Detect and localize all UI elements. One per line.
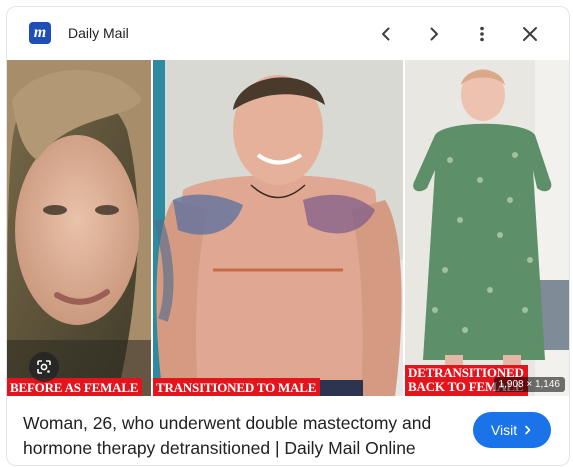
next-button[interactable] [419,19,449,49]
portrait-photo-1 [7,60,151,396]
image-panel-transitioned: TRANSITIONED TO MALE [153,60,403,396]
visit-label: Visit [490,422,518,438]
chevron-right-icon [430,27,438,41]
source-logo[interactable]: m [29,22,51,44]
close-button[interactable] [515,19,545,49]
source-name[interactable]: Daily Mail [68,25,129,41]
previous-button[interactable] [371,19,401,49]
preview-image[interactable]: BEFORE AS FEMALE TRANSITIONED TO MALE DE… [7,60,569,396]
google-lens-button[interactable] [29,352,59,382]
result-title[interactable]: Woman, 26, who underwent double mastecto… [23,411,453,461]
more-options-button[interactable] [467,19,497,49]
image-panel-detransitioned: DETRANSITIONED BACK TO FEMALE 1,908 × 1,… [405,60,569,396]
portrait-photo-2 [153,60,403,396]
preview-header: m Daily Mail [7,7,569,61]
image-panel-before: BEFORE AS FEMALE [7,60,151,396]
image-dimensions: 1,908 × 1,146 [493,377,565,392]
image-preview-card: m Daily Mail BEFORE AS FEMALE TRANSITION… [6,6,570,466]
visit-button[interactable]: Visit [473,412,551,448]
close-icon [523,27,537,41]
chevron-right-icon [525,425,531,435]
lens-icon [37,360,51,374]
chevron-left-icon [382,27,390,41]
portrait-photo-3 [405,60,569,396]
panel-caption: BEFORE AS FEMALE [7,378,143,396]
panel-caption: TRANSITIONED TO MALE [153,378,321,396]
more-vert-icon [480,26,484,42]
